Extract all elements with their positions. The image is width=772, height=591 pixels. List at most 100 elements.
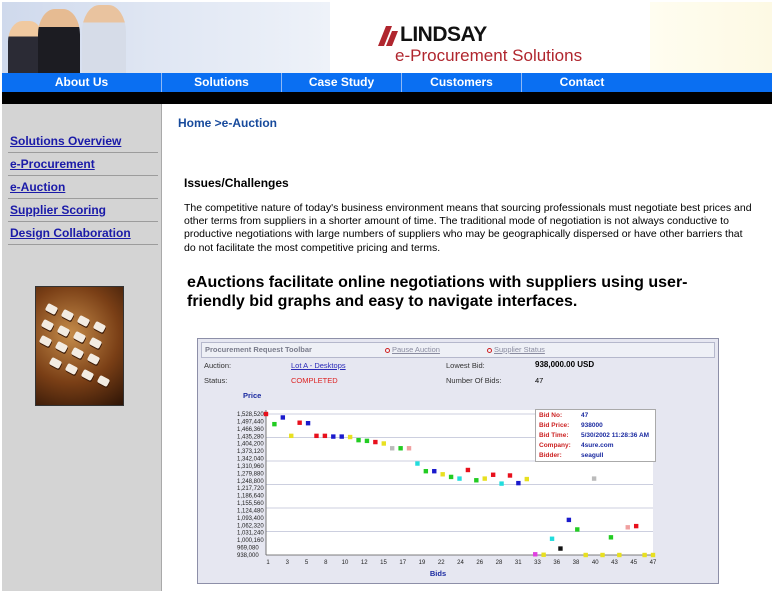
y-tick-label: 1,186,640 [237,494,264,500]
y-tick-label: 1,279,880 [237,471,264,477]
tooltip-key: Bid Price: [539,422,570,429]
bid-point [381,441,386,446]
bid-point [423,468,429,474]
y-tick-label: 1,124,480 [237,508,264,514]
y-tick-label: 969,080 [237,546,259,552]
bid-point [541,552,546,557]
bid-point [314,433,319,439]
y-tick-label: 1,435,280 [237,434,264,440]
x-tick-label: 28 [496,560,503,566]
bid-point [642,552,647,558]
bid-point [608,535,614,540]
bid-point [482,476,487,481]
bid-point [347,434,353,440]
bid-point [406,446,412,451]
bid-point [474,478,479,483]
bid-point [558,546,563,551]
y-tick-label: 1,031,240 [237,531,264,537]
bid-point [432,468,437,474]
bid-point [297,420,302,425]
x-tick-label: 40 [592,560,599,566]
bid-point [373,439,378,445]
tooltip-value: seagull [581,452,604,459]
y-tick-label: 1,310,960 [237,464,264,470]
y-tick-label: 1,342,040 [237,457,264,463]
x-tick-label: 47 [650,560,657,566]
y-tick-label: 1,497,440 [237,419,264,425]
x-tick-label: 8 [324,560,328,566]
bid-point [364,438,370,444]
bid-point [583,552,588,558]
bid-point [398,446,403,451]
bid-point [591,476,597,481]
bid-point [490,472,496,477]
x-tick-label: 5 [305,560,309,566]
x-tick-label: 43 [611,560,618,566]
tooltip-value: 4sure.com [581,442,614,449]
x-tick-label: 26 [476,560,483,566]
y-tick-label: 1,217,720 [237,486,264,492]
bid-point [625,525,630,530]
y-tick-label: 1,155,560 [237,501,264,507]
bid-point [448,474,454,480]
x-tick-label: 33 [534,560,541,566]
bid-point [280,415,286,420]
bid-point [465,467,471,473]
tooltip-key: Bidder: [539,452,562,459]
bid-tooltip: Bid No: 47 Bid Price: 938000 Bid Time: 5… [535,409,656,462]
tooltip-key: Bid Time: [539,432,569,439]
bid-point [575,527,580,532]
x-tick-label: 31 [515,560,522,566]
bid-point [322,433,328,439]
bid-point [524,476,530,482]
y-tick-label: 1,093,400 [237,516,264,522]
bid-point [516,480,521,486]
bid-point [272,421,277,427]
y-tick-label: 1,404,200 [237,442,264,448]
x-tick-label: 17 [399,560,406,566]
x-tick-label: 38 [573,560,580,566]
bid-point [415,461,420,466]
y-tick-label: 1,466,360 [237,427,264,433]
y-tick-label: 1,248,800 [237,479,264,485]
bid-point [507,473,513,478]
bid-point [440,472,445,477]
bid-point [389,446,395,451]
x-tick-label: 1 [266,560,270,566]
x-tick-label: 12 [361,560,368,566]
bid-point [331,434,336,439]
bid-price-chart: 1,528,5201,497,440 1,466,3601,435,280 1,40… [237,391,657,578]
bid-point [549,536,555,541]
bid-point [533,552,538,557]
bid-point [305,420,311,426]
y-tick-label: 938,000 [237,553,259,559]
tooltip-key: Bid No: [539,412,563,419]
tooltip-value: 5/30/2002 11:28:36 AM [581,432,650,439]
bid-point [499,481,504,486]
y-tick-label: 1,000,160 [237,538,264,544]
tooltip-value: 938000 [581,422,603,429]
y-tick-label: 1,528,520 [237,412,264,418]
y-tick-label: 1,373,120 [237,449,264,455]
bid-point [566,517,572,523]
bid-point [356,437,361,443]
y-axis-label: Price [243,391,261,400]
x-tick-label: 19 [419,560,426,566]
bid-point [339,434,344,439]
tooltip-value: 47 [581,412,589,419]
y-tick-label: 1,062,320 [237,523,264,529]
bid-point [600,552,605,558]
bid-point [289,433,294,439]
tooltip-key: Company: [539,442,571,449]
x-tick-label: 3 [286,560,290,566]
bid-point [263,411,269,417]
x-axis-label: Bids [430,569,446,578]
bid-point [457,476,462,481]
x-tick-label: 24 [457,560,464,566]
x-tick-label: 22 [438,560,445,566]
bid-point [617,552,622,558]
bid-point [650,552,656,558]
bid-point [633,523,639,529]
x-tick-label: 15 [380,560,387,566]
x-tick-label: 10 [342,560,349,566]
